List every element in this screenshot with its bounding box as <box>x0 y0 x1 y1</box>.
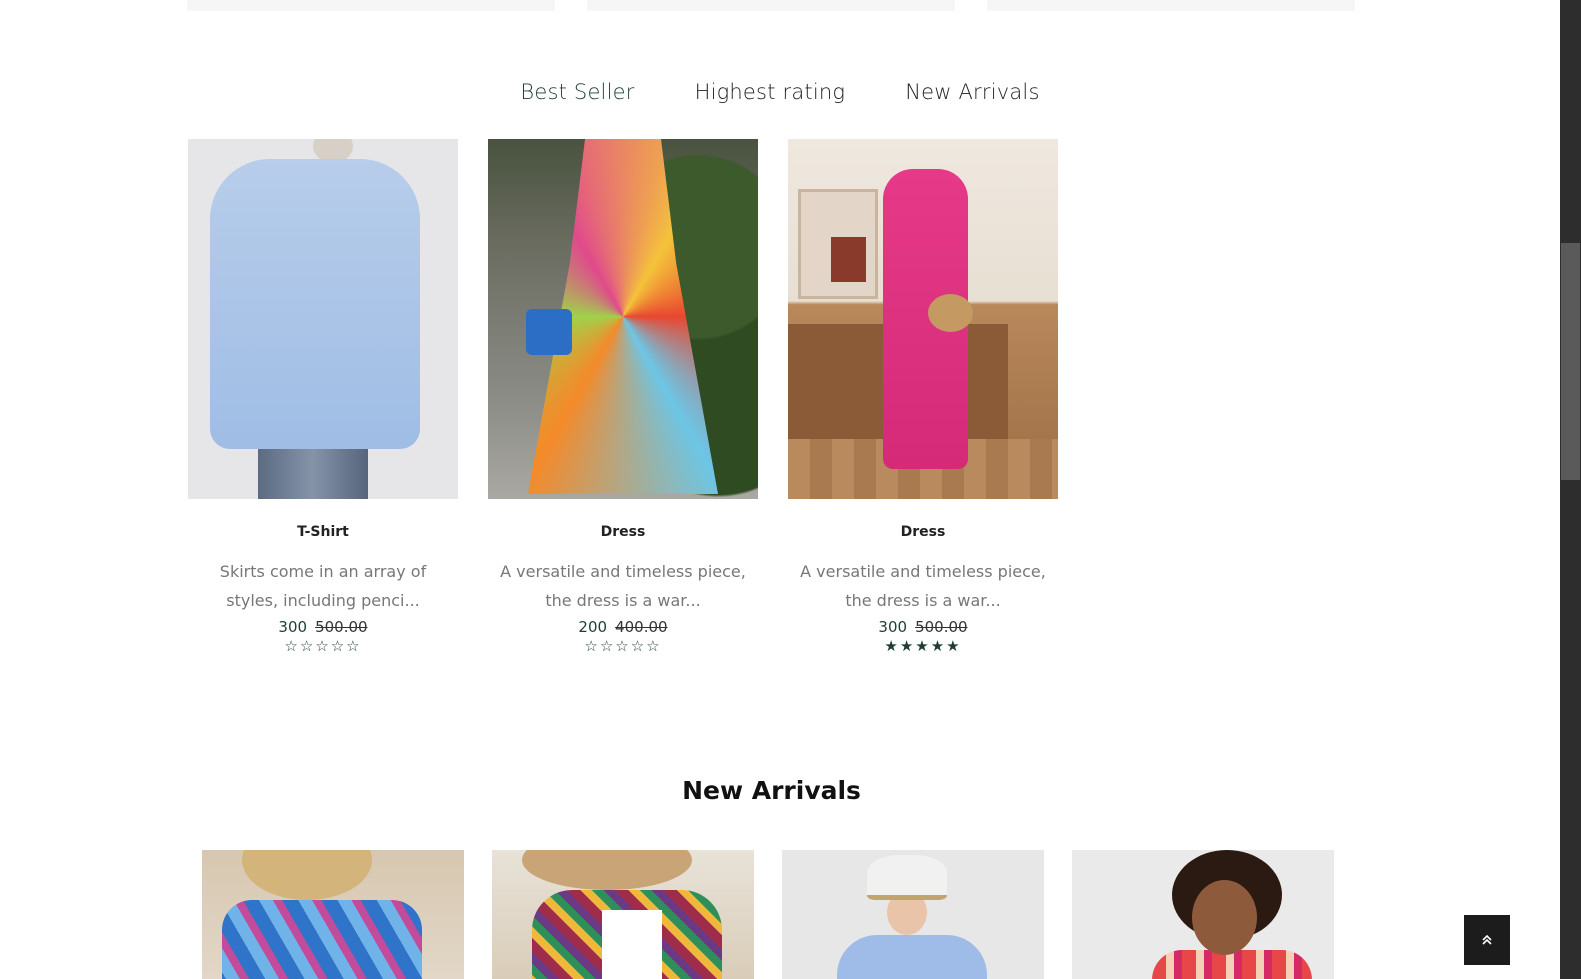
tab-highest-rating[interactable]: Highest rating <box>665 80 876 104</box>
star-rating: ☆☆☆☆☆ <box>584 637 662 655</box>
product-description: Skirts come in an array of styles, inclu… <box>219 562 427 610</box>
scrollbar-thumb[interactable] <box>1561 243 1580 480</box>
product-title[interactable]: T-Shirt <box>188 524 458 540</box>
product-card[interactable]: Dress A versatile and timeless piece, th… <box>488 139 758 655</box>
product-price: 300 500.00 <box>188 618 458 636</box>
tab-new-arrivals[interactable]: New Arrivals <box>875 80 1069 104</box>
scroll-to-top-button[interactable] <box>1464 915 1510 965</box>
old-price: 500.00 <box>915 618 968 636</box>
previous-section-card <box>987 0 1355 11</box>
product-title[interactable]: Dress <box>488 524 758 540</box>
current-price: 200 <box>578 618 608 636</box>
product-title[interactable]: Dress <box>788 524 1058 540</box>
product-image[interactable] <box>488 139 758 499</box>
product-description: A versatile and timeless piece, the dres… <box>500 562 746 610</box>
product-image[interactable] <box>188 139 458 499</box>
double-chevron-up-icon <box>1482 934 1492 945</box>
product-tabs: Best Seller Highest rating New Arrivals <box>0 80 1560 104</box>
product-description: A versatile and timeless piece, the dres… <box>800 562 1046 610</box>
new-arrival-image[interactable] <box>782 850 1044 979</box>
star-rating: ★★★★★ <box>884 637 962 655</box>
current-price: 300 <box>278 618 308 636</box>
new-arrival-image[interactable] <box>492 850 754 979</box>
new-arrival-image[interactable] <box>1072 850 1334 979</box>
star-rating: ☆☆☆☆☆ <box>284 637 362 655</box>
product-price: 200 400.00 <box>488 618 758 636</box>
page-scrollbar[interactable] <box>1560 0 1581 979</box>
current-price: 300 <box>878 618 908 636</box>
product-price: 300 500.00 <box>788 618 1058 636</box>
previous-section-card <box>587 0 955 11</box>
product-card[interactable]: T-Shirt Skirts come in an array of style… <box>188 139 458 655</box>
tab-best-seller[interactable]: Best Seller <box>490 80 664 104</box>
old-price: 400.00 <box>615 618 668 636</box>
new-arrival-image[interactable] <box>202 850 464 979</box>
product-card[interactable]: Dress A versatile and timeless piece, th… <box>788 139 1058 655</box>
old-price: 500.00 <box>315 618 368 636</box>
product-image[interactable] <box>788 139 1058 499</box>
new-arrivals-heading: New Arrivals <box>682 776 861 805</box>
previous-section-card <box>187 0 555 11</box>
